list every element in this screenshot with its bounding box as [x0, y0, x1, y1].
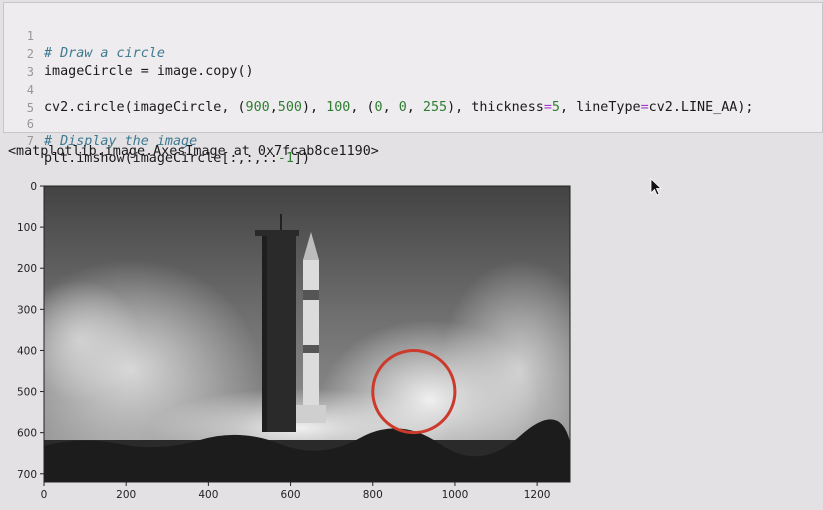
y-tick-label: 200 — [17, 263, 37, 275]
y-tick-label: 300 — [17, 304, 37, 316]
y-tick-label: 400 — [17, 345, 37, 357]
code-text: cv2.circle(imageCircle, (900,500), 100, … — [44, 100, 754, 115]
code-text: imageCircle = image.copy() — [44, 64, 254, 79]
code-comment: # Draw a circle — [44, 46, 165, 61]
x-tick-label: 1200 — [524, 489, 551, 501]
code-line-6: 6 # Display the image — [4, 97, 197, 149]
x-tick-label: 0 — [41, 489, 48, 501]
y-tick-label: 0 — [30, 181, 37, 193]
code-cell[interactable]: 1 # Draw a circle 2 imageCircle = image.… — [3, 2, 823, 166]
code-line-1: 1 # Draw a circle — [4, 9, 165, 61]
x-tick-label: 600 — [281, 489, 301, 501]
code-line-3: 3 — [4, 45, 36, 79]
x-tick-label: 200 — [116, 489, 136, 501]
mouse-pointer-icon — [650, 178, 663, 196]
x-tick-label: 400 — [198, 489, 218, 501]
y-tick-label: 100 — [17, 222, 37, 234]
y-tick-label: 600 — [17, 428, 37, 440]
code-line-2: 2 imageCircle = image.copy() — [4, 27, 254, 79]
y-tick-label: 500 — [17, 387, 37, 399]
code-line-7: 7 plt.imshow(imageCircle[:,:,::-1]) — [4, 114, 310, 166]
launch-photo — [0, 186, 600, 482]
x-tick-label: 800 — [363, 489, 383, 501]
code-line-4: 4 cv2.circle(imageCircle, (900,500), 100… — [4, 63, 754, 115]
x-tick-label: 1000 — [442, 489, 469, 501]
y-tick-label: 700 — [17, 469, 37, 481]
cell-output-text: <matplotlib.image.AxesImage at 0x7fcab8c… — [8, 144, 379, 159]
plot-output: 0 200 400 600 800 1000 1200 0 100 200 300 400 500 60… — [0, 170, 600, 506]
